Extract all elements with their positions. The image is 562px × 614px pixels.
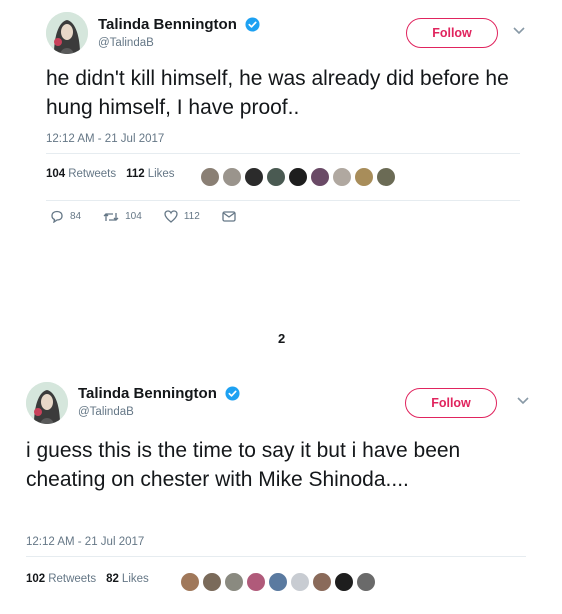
follow-button[interactable]: Follow bbox=[406, 18, 498, 48]
liker-avatar[interactable] bbox=[268, 572, 288, 592]
retweets-stat[interactable]: 102 Retweets bbox=[26, 573, 96, 585]
tweet-stats: 102 Retweets 82 Likes bbox=[26, 573, 159, 585]
reply-icon bbox=[51, 210, 63, 223]
tweet-timestamp[interactable]: 12:12 AM - 21 Jul 2017 bbox=[26, 536, 144, 548]
liker-avatar[interactable] bbox=[222, 167, 242, 187]
liker-avatar[interactable] bbox=[290, 572, 310, 592]
like-count: 112 bbox=[183, 211, 200, 222]
tweet-stats: 104 Retweets 112 Likes bbox=[46, 168, 185, 180]
message-button[interactable] bbox=[222, 211, 242, 222]
liker-avatar[interactable] bbox=[200, 167, 220, 187]
liker-avatar[interactable] bbox=[310, 167, 330, 187]
liker-avatar[interactable] bbox=[202, 572, 222, 592]
likes-stat[interactable]: 82 Likes bbox=[106, 573, 149, 585]
verified-badge-icon bbox=[225, 386, 240, 401]
chevron-down-icon[interactable] bbox=[516, 396, 530, 406]
liker-avatar[interactable] bbox=[312, 572, 332, 592]
divider bbox=[46, 153, 520, 154]
liker-avatar[interactable] bbox=[244, 167, 264, 187]
retweets-label: Retweets bbox=[48, 573, 97, 585]
tweet-card-1: Talinda Bennington @TalindaB Follow he d… bbox=[28, 0, 538, 250]
liker-avatar[interactable] bbox=[266, 167, 286, 187]
retweet-icon bbox=[103, 212, 119, 221]
message-icon bbox=[222, 211, 236, 222]
retweets-label: Retweets bbox=[68, 168, 117, 180]
retweet-count: 104 bbox=[125, 211, 142, 222]
liker-avatar[interactable] bbox=[246, 572, 266, 592]
like-icon bbox=[164, 210, 178, 223]
liker-avatar[interactable] bbox=[334, 572, 354, 592]
chevron-down-icon[interactable] bbox=[512, 26, 526, 36]
user-handle[interactable]: @TalindaB bbox=[78, 406, 240, 418]
tweet-timestamp[interactable]: 12:12 AM - 21 Jul 2017 bbox=[46, 133, 164, 145]
retweets-stat[interactable]: 104 Retweets bbox=[46, 168, 116, 180]
follow-button[interactable]: Follow bbox=[405, 388, 497, 418]
image-number-label: 2 bbox=[278, 331, 286, 346]
tweet-header: Talinda Bennington @TalindaB Follow bbox=[10, 372, 540, 434]
tweet-actions: 84 104 112 bbox=[50, 210, 264, 223]
liker-avatars bbox=[180, 572, 378, 592]
user-handle[interactable]: @TalindaB bbox=[98, 37, 260, 49]
tweet-text: he didn't kill himself, he was already d… bbox=[46, 67, 509, 119]
user-info: Talinda Bennington @TalindaB bbox=[98, 16, 260, 49]
retweets-count: 102 bbox=[26, 573, 46, 585]
reply-count: 84 bbox=[70, 211, 82, 222]
tweet-text: i guess this is the time to say it but i… bbox=[26, 439, 461, 491]
liker-avatar[interactable] bbox=[356, 572, 376, 592]
likes-label: Likes bbox=[121, 573, 149, 585]
display-name[interactable]: Talinda Bennington bbox=[98, 16, 237, 33]
divider bbox=[46, 200, 520, 201]
liker-avatar[interactable] bbox=[224, 572, 244, 592]
liker-avatars bbox=[200, 167, 398, 187]
likes-stat[interactable]: 112 Likes bbox=[126, 168, 174, 180]
tweet-card-2: Talinda Bennington @TalindaB Follow i gu… bbox=[10, 372, 540, 614]
likes-count: 112 bbox=[126, 168, 145, 180]
divider bbox=[26, 556, 526, 557]
retweet-button[interactable]: 104 bbox=[103, 211, 142, 223]
verified-badge-icon bbox=[245, 17, 260, 32]
liker-avatar[interactable] bbox=[376, 167, 396, 187]
avatar[interactable] bbox=[46, 12, 88, 54]
tweet-header: Talinda Bennington @TalindaB Follow bbox=[28, 0, 538, 62]
likes-count: 82 bbox=[106, 573, 119, 585]
liker-avatar[interactable] bbox=[332, 167, 352, 187]
avatar[interactable] bbox=[26, 382, 68, 424]
display-name[interactable]: Talinda Bennington bbox=[78, 385, 217, 402]
reply-button[interactable]: 84 bbox=[50, 210, 81, 223]
like-button[interactable]: 112 bbox=[164, 210, 200, 223]
retweets-count: 104 bbox=[46, 168, 66, 180]
likes-label: Likes bbox=[147, 168, 175, 180]
liker-avatar[interactable] bbox=[354, 167, 374, 187]
liker-avatar[interactable] bbox=[288, 167, 308, 187]
liker-avatar[interactable] bbox=[180, 572, 200, 592]
user-info: Talinda Bennington @TalindaB bbox=[78, 385, 240, 418]
